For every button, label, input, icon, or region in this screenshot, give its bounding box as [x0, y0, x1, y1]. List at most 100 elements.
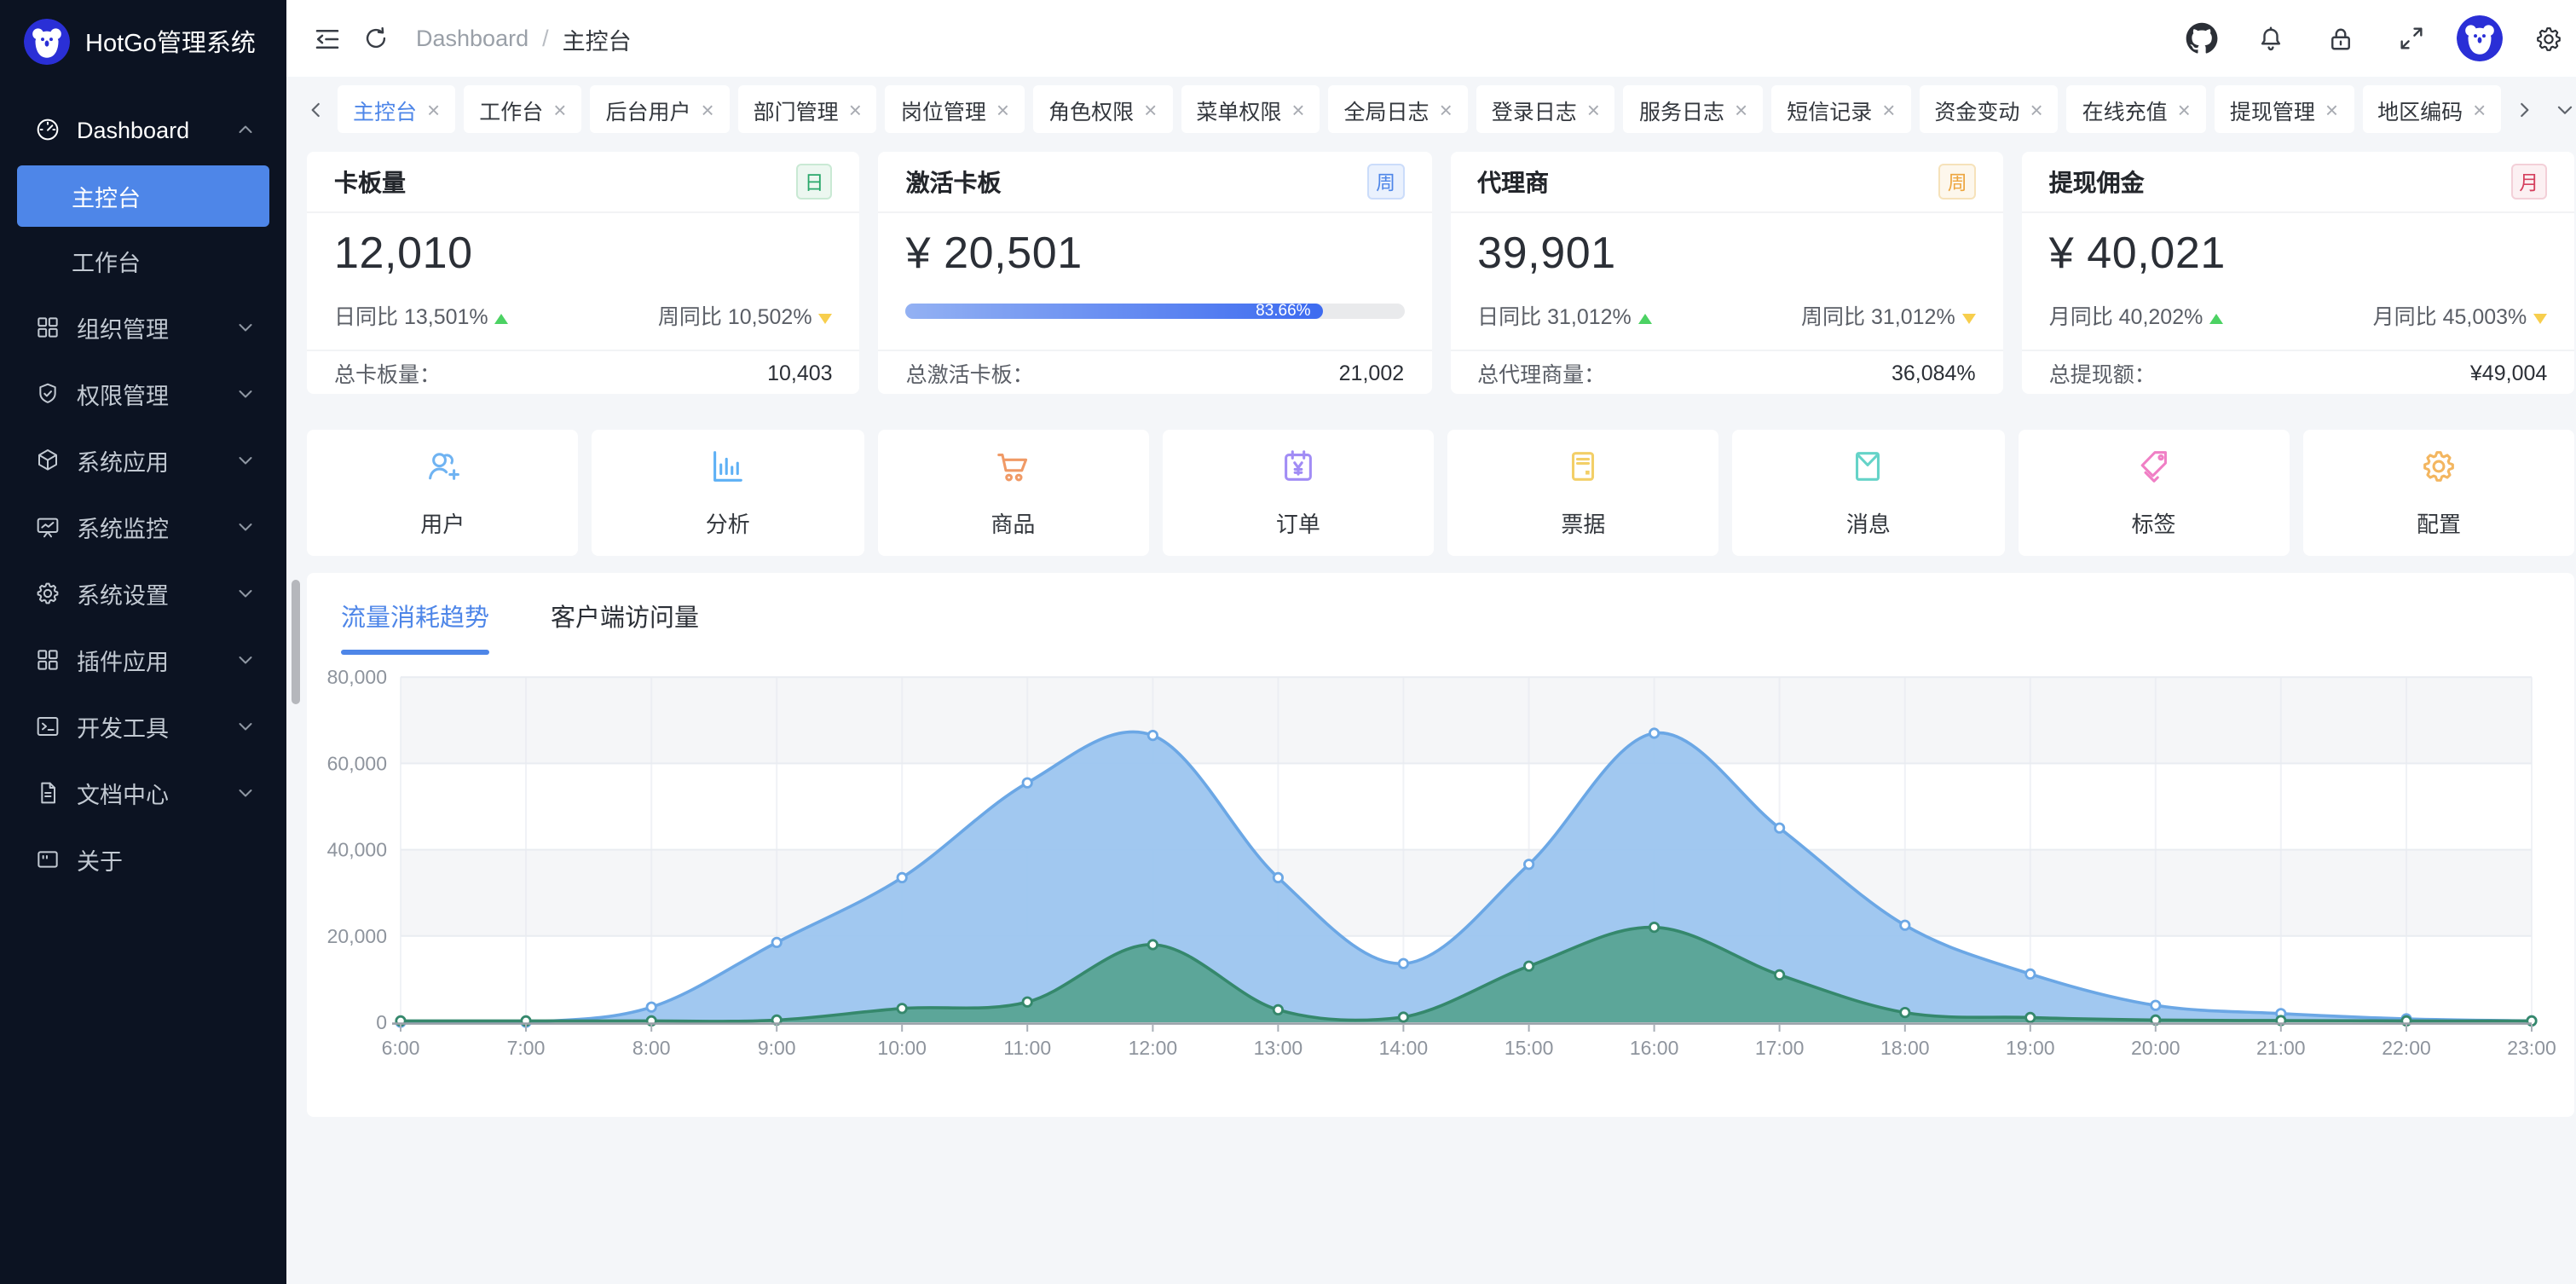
stat-value: ¥ 40,021 — [2049, 227, 2548, 280]
chevron-down-icon — [235, 849, 256, 870]
tab-close-icon[interactable]: × — [1144, 98, 1157, 120]
progress-bar: 83.66% — [906, 304, 1405, 319]
shortcut-配置[interactable]: 配置 — [2303, 430, 2575, 556]
chart-tab-客户端访问量[interactable]: 客户端访问量 — [551, 599, 699, 655]
svg-text:20:00: 20:00 — [2131, 1037, 2180, 1059]
sidebar-item-开发工具[interactable]: 开发工具 — [17, 694, 269, 759]
svg-text:16:00: 16:00 — [1630, 1037, 1679, 1059]
shortcut-分析[interactable]: 分析 — [592, 430, 864, 556]
tab-角色权限[interactable]: 角色权限 × — [1033, 85, 1172, 133]
tab-close-icon[interactable]: × — [2473, 98, 2486, 120]
shortcut-商品[interactable]: 商品 — [877, 430, 1149, 556]
tab-菜单权限[interactable]: 菜单权限× — [1181, 85, 1320, 133]
svg-text:19:00: 19:00 — [2006, 1037, 2055, 1059]
tab-部门管理[interactable]: 部门管理× — [738, 85, 877, 133]
sidebar-item-文档中心[interactable]: 文档中心 — [17, 761, 269, 825]
user-avatar[interactable] — [2457, 15, 2503, 61]
shortcut-label: 用户 — [420, 506, 465, 539]
tab-label: 角色权限 — [1048, 93, 1134, 125]
stat-footer-label: 总卡板量： — [334, 356, 441, 389]
stat-compare-right: 月同比 45,003% — [2373, 298, 2548, 331]
tab-bar-actions — [2508, 85, 2576, 133]
sidebar-subitem-主控台[interactable]: 主控台 — [17, 165, 269, 227]
tab-label: 地区编码 — [2377, 93, 2463, 125]
tabs-scroll-right-icon[interactable] — [2508, 85, 2538, 133]
tab-close-icon[interactable]: × — [849, 98, 862, 120]
shortcut-订单[interactable]: 订单 — [1163, 430, 1435, 556]
refresh-button[interactable] — [351, 14, 399, 62]
chevron-up-icon — [235, 119, 256, 140]
tab-工作台[interactable]: 工作台 × — [464, 85, 581, 133]
tab-资金变动[interactable]: 资金变动× — [1919, 85, 2058, 133]
fullscreen-icon[interactable] — [2387, 14, 2434, 62]
logo[interactable]: HotGo管理系统 — [0, 0, 286, 82]
tabs-menu-chevron-down-icon[interactable] — [2549, 85, 2576, 133]
shortcut-标签[interactable]: 标签 — [2018, 430, 2290, 556]
notifications-bell-icon[interactable] — [2247, 14, 2295, 62]
tab-服务日志[interactable]: 服务日志× — [1624, 85, 1763, 133]
tab-主控台[interactable]: 主控台× — [338, 85, 455, 133]
tab-close-icon[interactable]: × — [1291, 98, 1304, 120]
stat-footer-label: 总提现额： — [2049, 356, 2156, 389]
tab-岗位管理[interactable]: 岗位管理× — [886, 85, 1025, 133]
tab-close-icon[interactable]: × — [996, 98, 1009, 120]
shortcut-消息[interactable]: 消息 — [1733, 430, 2005, 556]
shortcut-票据[interactable]: 票据 — [1447, 430, 1719, 556]
sidebar-item-插件应用[interactable]: 插件应用 — [17, 628, 269, 692]
svg-text:14:00: 14:00 — [1379, 1037, 1429, 1059]
github-icon[interactable] — [2177, 14, 2225, 62]
content-scrollbar-thumb[interactable] — [292, 580, 300, 704]
tab-close-icon[interactable]: × — [1882, 98, 1895, 120]
gear-icon — [34, 580, 61, 607]
tab-提现管理[interactable]: 提现管理× — [2215, 85, 2354, 133]
tab-close-icon[interactable]: × — [2325, 98, 2338, 120]
terminal-icon — [34, 713, 61, 740]
sidebar-item-权限管理[interactable]: 权限管理 — [17, 361, 269, 426]
tab-close-icon[interactable]: × — [2178, 98, 2191, 120]
svg-text:23:00: 23:00 — [2507, 1037, 2556, 1059]
breadcrumb-root[interactable]: Dashboard — [416, 26, 528, 51]
settings-gear-icon[interactable] — [2525, 14, 2573, 62]
chart-tab-流量消耗趋势[interactable]: 流量消耗趋势 — [341, 599, 489, 655]
sidebar-item-label: 系统监控 — [77, 510, 235, 544]
sidebar-item-关于[interactable]: 关于 — [17, 827, 269, 892]
org-grid-icon — [34, 314, 61, 341]
sidebar-subitem-工作台[interactable]: 工作台 — [17, 230, 269, 292]
sidebar-item-系统监控[interactable]: 系统监控 — [17, 495, 269, 559]
tab-close-icon[interactable]: × — [1587, 98, 1600, 120]
tab-短信记录[interactable]: 短信记录× — [1771, 85, 1910, 133]
sidebar-item-系统设置[interactable]: 系统设置 — [17, 561, 269, 626]
tab-close-icon[interactable]: × — [427, 98, 440, 120]
stat-cards-row: 卡板量日12,010日同比 13,501%周同比 10,502%总卡板量：10,… — [307, 152, 2574, 394]
sidebar-item-系统应用[interactable]: 系统应用 — [17, 428, 269, 493]
tab-close-icon[interactable]: × — [701, 98, 713, 120]
tab-close-icon[interactable]: × — [553, 98, 566, 120]
plugin-grid-icon — [34, 646, 61, 674]
tab-后台用户[interactable]: 后台用户 × — [590, 85, 729, 133]
sidebar-item-Dashboard[interactable]: Dashboard — [17, 97, 269, 162]
sidebar-item-组织管理[interactable]: 组织管理 — [17, 295, 269, 360]
invoice-icon — [1563, 447, 1603, 495]
stat-value: 12,010 — [334, 227, 833, 280]
cart-icon — [993, 447, 1032, 495]
tab-close-icon[interactable]: × — [1735, 98, 1747, 120]
trend-up-icon — [1638, 314, 1652, 324]
tab-close-icon[interactable]: × — [2030, 98, 2042, 120]
breadcrumb: Dashboard / 主控台 — [416, 21, 632, 55]
shortcut-label: 标签 — [2131, 506, 2175, 539]
tab-全局日志[interactable]: 全局日志× — [1329, 85, 1468, 133]
tabs-scroll-left-icon[interactable] — [300, 85, 331, 133]
header-actions — [2177, 14, 2573, 62]
period-badge: 周 — [1367, 164, 1404, 200]
stat-footer-value: ¥49,004 — [2470, 361, 2547, 385]
sidebar-collapse-button[interactable] — [303, 14, 351, 62]
tab-登录日志[interactable]: 登录日志× — [1476, 85, 1615, 133]
lock-screen-icon[interactable] — [2317, 14, 2365, 62]
tab-close-icon[interactable]: × — [1440, 98, 1453, 120]
tab-label: 后台用户 — [605, 93, 690, 125]
shortcut-用户[interactable]: 用户 — [307, 430, 579, 556]
tab-在线充值[interactable]: 在线充值× — [2067, 85, 2206, 133]
tab-地区编码[interactable]: 地区编码 × — [2362, 85, 2501, 133]
chevron-down-icon — [235, 517, 256, 537]
tab-label: 工作台 — [479, 93, 543, 125]
